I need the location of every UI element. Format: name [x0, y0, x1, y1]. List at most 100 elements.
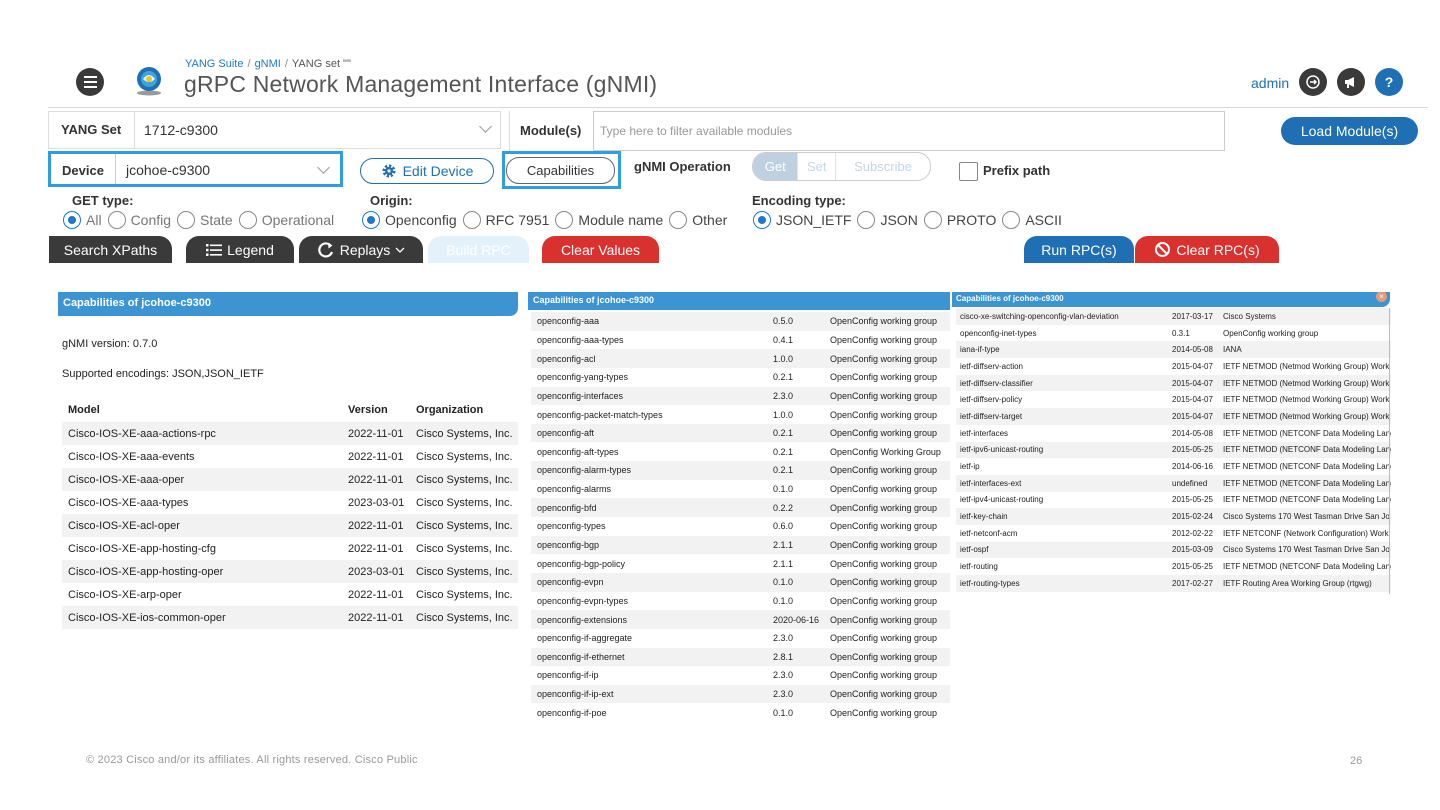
edit-device-button[interactable]: Edit Device: [360, 158, 494, 184]
build-rpc-button[interactable]: Build RPC: [428, 236, 529, 263]
breadcrumb-yang-suite[interactable]: YANG Suite: [185, 58, 244, 70]
yang-set-label: YANG Set: [61, 122, 122, 137]
model-name-cell: Cisco-IOS-XE-arp-oper: [68, 588, 182, 601]
radio-proto[interactable]: [923, 211, 942, 229]
capabilities-button[interactable]: Capabilities: [506, 157, 615, 184]
model-name-cell: Cisco-IOS-XE-acl-oper: [62, 514, 342, 537]
radio-openconfig[interactable]: [362, 211, 380, 229]
operation-subscribe[interactable]: Subscribe: [836, 153, 930, 180]
version-cell: 0.6.0: [773, 521, 794, 532]
organization-cell: IETF NETCONF (Network Configuration) Wor…: [1223, 528, 1391, 538]
clear-rpcs-button[interactable]: Clear RPC(s): [1135, 236, 1279, 263]
yang-set-value[interactable]: 1712-c9300: [144, 122, 218, 138]
table-row: iana-if-type 2014-05-08 IANA: [956, 341, 1391, 359]
table-row: Cisco-IOS-XE-aaa-types 2023-03-01 Cisco Sy…: [62, 491, 518, 514]
table-row: ietf-diffserv-target 2015-04-07 IETF NETMO…: [956, 408, 1391, 425]
model-name-cell: openconfig-bfd: [531, 498, 767, 518]
organization-cell: OpenConfig working group: [830, 558, 938, 569]
announce-icon[interactable]: [1337, 68, 1365, 96]
radio-rfc7951[interactable]: [462, 211, 481, 229]
radio-json[interactable]: [857, 211, 876, 229]
radio-module-name[interactable]: [555, 211, 574, 229]
model-name-cell: ietf-key-chain: [956, 508, 1168, 525]
model-name-cell: openconfig-evpn: [531, 572, 767, 592]
model-name-cell: ietf-diffserv-policy: [960, 395, 1023, 405]
run-rpcs-button[interactable]: Run RPC(s): [1024, 236, 1134, 263]
organization-cell: IETF Routing Area Working Group (rtgwg): [1219, 575, 1391, 592]
model-name-cell: ietf-interfaces-ext: [956, 474, 1168, 492]
table-row: ietf-diffserv-classifier 2015-04-07 IETF N…: [956, 374, 1391, 392]
organization-cell: IETF NETMOD (Netmod Working Group) Work: [1223, 395, 1390, 405]
table-row: openconfig-extensions 2020-06-16 OpenConfi…: [531, 610, 950, 629]
version-cell: 0.1.0: [773, 484, 794, 495]
radio-other-label: Other: [692, 212, 728, 228]
encoding-type-label: Encoding type:: [752, 193, 846, 208]
edit-device-label: Edit Device: [402, 163, 474, 179]
table-row: openconfig-aft-types 0.2.1 OpenConfig Work…: [531, 442, 950, 461]
radio-state[interactable]: [177, 211, 196, 229]
device-value[interactable]: jcohoe-c9300: [126, 162, 210, 178]
table-row: openconfig-aaa-types 0.4.1 OpenConfig work…: [531, 331, 950, 350]
version-cell: 2022-11-01: [348, 450, 404, 463]
table-row: Cisco-IOS-XE-ios-common-oper 2022-11-01 Ci…: [62, 606, 518, 629]
prefix-path-label: Prefix path: [983, 163, 1051, 178]
model-name-cell: cisco-xe-switching-openconfig-vlan-devia…: [956, 308, 1168, 325]
search-xpaths-button[interactable]: Search XPaths: [49, 236, 172, 263]
table-row: openconfig-evpn 0.1.0 OpenConfig working g…: [531, 572, 950, 592]
radio-ascii[interactable]: [1002, 211, 1021, 229]
table-row: ietf-interfaces 2014-05-08 IETF NETMOD (NE…: [956, 425, 1391, 442]
clear-values-button[interactable]: Clear Values: [542, 236, 659, 263]
table-row: ietf-ospf 2015-03-09 Cisco Systems 170 Wes…: [956, 541, 1391, 559]
version-cell: 0.3.1: [1172, 328, 1190, 338]
version-cell: 2.1.1: [773, 558, 794, 569]
legend-label: Legend: [227, 241, 274, 258]
version-cell: 0.1.0: [767, 572, 824, 592]
organization-cell: IETF NETMOD (NETCONF Data Modeling Lang: [1223, 428, 1391, 438]
operation-get[interactable]: Get: [753, 153, 799, 180]
model-name-cell: Cisco-IOS-XE-aaa-oper: [62, 468, 342, 491]
model-name-cell: openconfig-aaa: [531, 312, 767, 331]
logout-icon[interactable]: [1299, 68, 1327, 96]
radio-operational[interactable]: [238, 211, 257, 229]
load-modules-button[interactable]: Load Module(s): [1281, 117, 1418, 145]
version-cell: 2020-06-16: [767, 610, 824, 629]
radio-all-label: All: [86, 212, 102, 228]
column-header: Model: [68, 404, 100, 416]
model-name-cell: ietf-ipv6-unicast-routing: [956, 441, 1168, 459]
version-cell: 0.2.1: [773, 372, 794, 383]
radio-all[interactable]: [63, 211, 81, 229]
version-cell: 2.8.1: [767, 647, 824, 667]
breadcrumb-gnmi[interactable]: gNMI: [255, 58, 281, 70]
prefix-path-checkbox[interactable]: [959, 162, 978, 181]
menu-icon[interactable]: [76, 68, 104, 96]
model-name-cell: openconfig-bgp: [531, 535, 767, 555]
gnmi-operation-label: gNMI Operation: [634, 159, 731, 174]
organization-cell: Cisco Systems 170 West Tasman Drive San …: [1219, 508, 1391, 525]
table-row: openconfig-if-ip-ext 2.3.0 OpenConfig work…: [531, 684, 950, 704]
organization-cell: Cisco Systems, Inc.: [416, 542, 513, 555]
model-name-cell: Cisco-IOS-XE-ios-common-oper: [62, 606, 342, 629]
version-cell: 2.1.1: [767, 535, 824, 555]
table-row: ietf-ipv4-unicast-routing 2015-05-25 IETF …: [956, 492, 1391, 509]
operation-set[interactable]: Set: [798, 153, 837, 180]
modules-filter-input[interactable]: [593, 111, 1225, 151]
version-cell: 2015-04-07: [1172, 361, 1213, 371]
organization-cell: Cisco Systems, Inc.: [416, 450, 513, 463]
organization-cell: OpenConfig working group: [824, 535, 950, 555]
radio-config[interactable]: [107, 211, 126, 229]
user-name[interactable]: admin: [1251, 75, 1289, 91]
version-cell: 0.5.0: [767, 312, 824, 331]
model-name-cell: openconfig-acl: [531, 349, 767, 368]
replays-button[interactable]: Replays: [299, 236, 423, 263]
model-name-cell: openconfig-packet-match-types: [537, 409, 663, 420]
legend-button[interactable]: Legend: [186, 236, 294, 263]
version-cell: undefined: [1168, 474, 1219, 492]
help-icon[interactable]: ?: [1375, 68, 1403, 96]
radio-other[interactable]: [669, 211, 688, 229]
radio-json-ietf[interactable]: [753, 211, 771, 229]
radio-state-label: State: [200, 212, 233, 228]
model-name-cell: openconfig-aft: [531, 423, 767, 443]
replays-label: Replays: [339, 241, 391, 258]
table-row: Cisco-IOS-XE-acl-oper 2022-11-01 Cisco Sys…: [62, 514, 518, 537]
breadcrumb: YANG Suite / gNMI / YANG set "": [185, 58, 351, 70]
